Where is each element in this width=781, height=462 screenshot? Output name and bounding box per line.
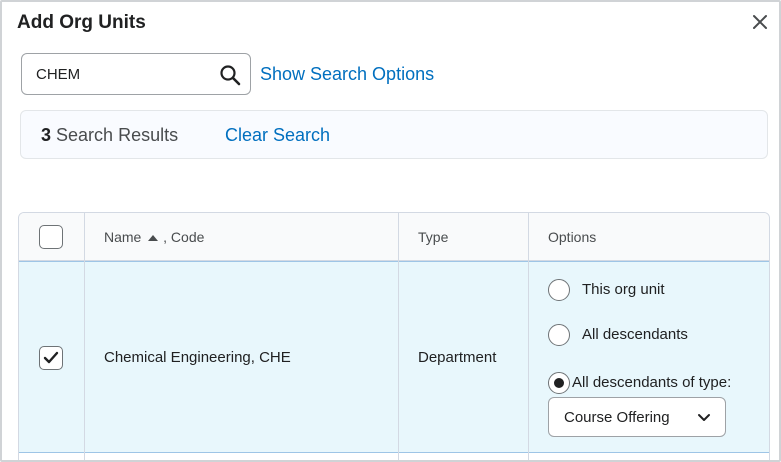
chevron-down-icon bbox=[698, 414, 710, 421]
show-search-options-link[interactable]: Show Search Options bbox=[260, 64, 434, 85]
search-input[interactable] bbox=[36, 64, 216, 84]
radio-this-org-unit-label: This org unit bbox=[582, 281, 665, 298]
options-column-header: Options bbox=[548, 229, 597, 245]
radio-descendants-of-type-label: All descendants of type: bbox=[572, 374, 732, 391]
results-summary: 3 Search Results bbox=[41, 125, 178, 146]
sort-ascending-icon bbox=[148, 235, 159, 241]
table-header: Name , Code Type Options bbox=[19, 213, 769, 261]
descendant-type-select[interactable]: Course Offering bbox=[548, 397, 726, 437]
radio-all-descendants[interactable] bbox=[548, 324, 570, 346]
select-all-checkbox[interactable] bbox=[39, 225, 63, 249]
descendant-type-value: Course Offering bbox=[564, 409, 670, 426]
column-divider bbox=[528, 213, 529, 460]
close-icon[interactable] bbox=[751, 13, 769, 31]
org-unit-type: Department bbox=[418, 349, 497, 366]
search-results-bar: 3 Search Results Clear Search bbox=[20, 110, 768, 159]
results-count: 3 bbox=[41, 125, 52, 145]
search-field bbox=[21, 53, 251, 95]
org-units-table: Name , Code Type Options Chemical Engine… bbox=[18, 212, 770, 460]
clear-search-link[interactable]: Clear Search bbox=[225, 125, 330, 146]
table-row: Chemical Engineering, CHE Department Thi… bbox=[19, 261, 769, 453]
search-icon[interactable] bbox=[218, 63, 242, 87]
column-divider bbox=[84, 213, 85, 460]
radio-descendants-of-type[interactable] bbox=[548, 372, 570, 394]
row-select-checkbox[interactable] bbox=[39, 346, 63, 370]
code-header-label: , Code bbox=[163, 229, 205, 245]
radio-this-org-unit[interactable] bbox=[548, 279, 570, 301]
radio-selected-dot bbox=[554, 378, 564, 388]
column-divider bbox=[398, 213, 399, 460]
results-label: Search Results bbox=[56, 125, 179, 145]
dialog-title: Add Org Units bbox=[17, 12, 146, 33]
name-header-label: Name bbox=[104, 229, 142, 245]
radio-all-descendants-label: All descendants bbox=[582, 326, 688, 343]
type-column-header: Type bbox=[418, 229, 449, 245]
add-org-units-dialog: Add Org Units Show Search Options 3 Sear… bbox=[0, 0, 781, 462]
org-unit-name: Chemical Engineering, CHE bbox=[104, 349, 291, 366]
name-column-header[interactable]: Name , Code bbox=[104, 229, 204, 245]
